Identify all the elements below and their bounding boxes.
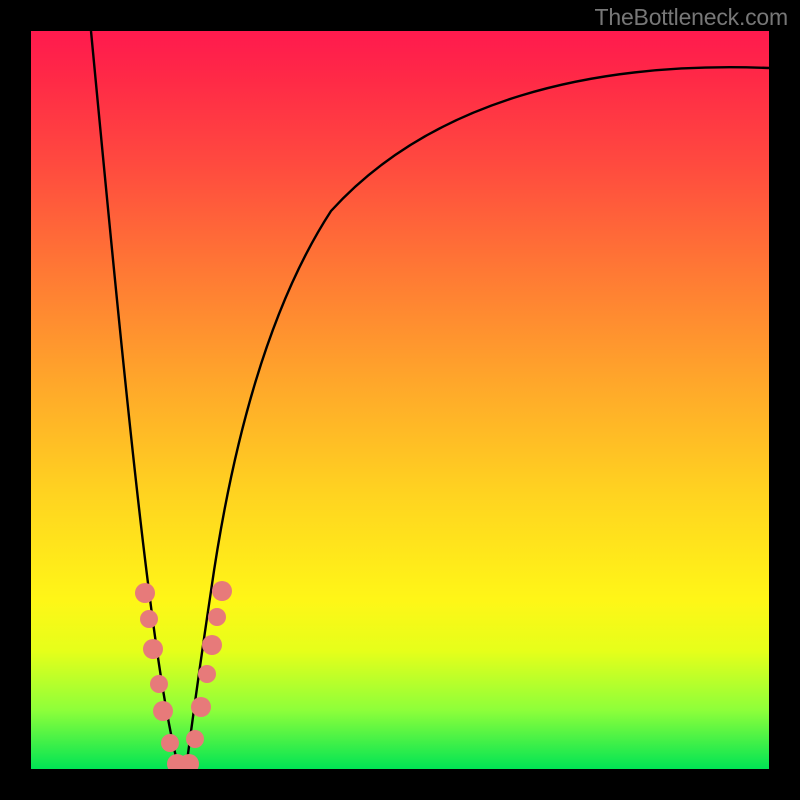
data-point — [212, 581, 232, 601]
data-point — [161, 734, 179, 752]
chart-frame: TheBottleneck.com — [0, 0, 800, 800]
data-point — [202, 635, 222, 655]
left-curve — [91, 31, 179, 769]
data-point — [198, 665, 216, 683]
data-markers — [135, 581, 232, 769]
watermark-text: TheBottleneck.com — [595, 4, 788, 31]
right-curve — [186, 67, 769, 769]
data-point — [186, 730, 204, 748]
data-point — [208, 608, 226, 626]
data-point — [191, 697, 211, 717]
data-point — [150, 675, 168, 693]
plot-area — [31, 31, 769, 769]
data-point — [135, 583, 155, 603]
chart-svg — [31, 31, 769, 769]
data-point — [143, 639, 163, 659]
data-point — [140, 610, 158, 628]
data-point — [153, 701, 173, 721]
